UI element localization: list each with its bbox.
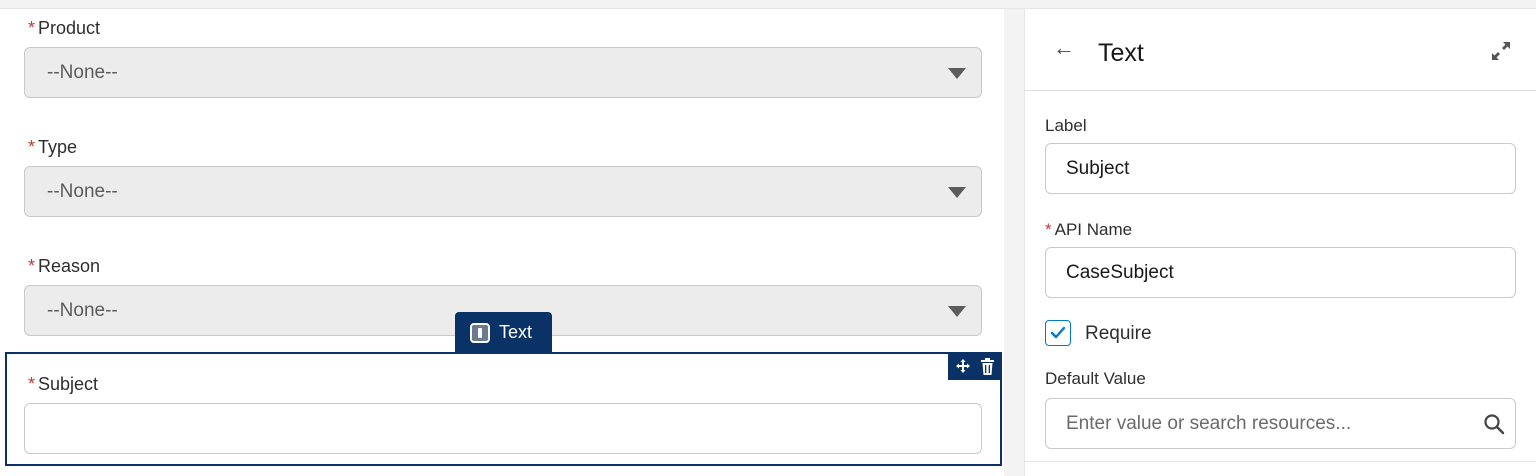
label-field-label: Label: [1045, 116, 1087, 135]
reason-label: * Reason: [28, 256, 101, 276]
required-marker: *: [28, 137, 36, 157]
properties-panel: ← Text Label Subject * API Name CaseSubje…: [1024, 9, 1536, 476]
api-name-input[interactable]: CaseSubject: [1045, 247, 1516, 298]
panel-header: ← Text: [1025, 9, 1536, 91]
component-action-bar: [948, 352, 1002, 380]
text-component-tab-label: Text: [499, 322, 533, 342]
type-select[interactable]: --None--: [24, 166, 982, 217]
reason-select-value: --None--: [47, 299, 118, 321]
product-select[interactable]: --None--: [24, 47, 982, 98]
default-value-placeholder: Enter value or search resources...: [1066, 412, 1352, 434]
checkmark-icon: [1050, 326, 1066, 339]
label-input-value: Subject: [1066, 157, 1130, 179]
default-value-label: Default Value: [1045, 369, 1146, 388]
expand-icon[interactable]: [1489, 39, 1513, 63]
panel-divider: [1025, 461, 1536, 462]
back-arrow-icon[interactable]: ←: [1053, 35, 1075, 61]
require-checkbox[interactable]: [1045, 320, 1071, 346]
chevron-down-icon: [948, 68, 966, 79]
canvas-gutter: [1004, 9, 1024, 476]
require-label: Require: [1085, 323, 1152, 344]
required-marker: *: [28, 374, 36, 394]
api-name-label: * API Name: [1045, 220, 1133, 239]
default-value-input[interactable]: Enter value or search resources...: [1045, 398, 1516, 449]
search-icon[interactable]: [1483, 413, 1505, 435]
chevron-down-icon: [948, 187, 966, 198]
subject-label: * Subject: [28, 374, 99, 394]
chevron-down-icon: [948, 306, 966, 317]
panel-title: Text: [1098, 39, 1144, 67]
label-input[interactable]: Subject: [1045, 143, 1516, 194]
product-select-value: --None--: [47, 61, 118, 83]
product-label: * Product: [28, 18, 101, 38]
required-marker: *: [28, 256, 36, 276]
type-select-value: --None--: [47, 180, 118, 202]
trash-icon[interactable]: [978, 356, 996, 376]
top-border: [0, 0, 1536, 9]
subject-input[interactable]: [24, 403, 982, 454]
text-component-tab[interactable]: Text: [455, 312, 552, 353]
required-marker: *: [28, 18, 36, 38]
text-component-icon: [470, 322, 490, 343]
api-name-input-value: CaseSubject: [1066, 261, 1174, 283]
move-icon[interactable]: [954, 356, 972, 376]
type-label: * Type: [28, 137, 78, 157]
required-marker: *: [1045, 220, 1052, 239]
